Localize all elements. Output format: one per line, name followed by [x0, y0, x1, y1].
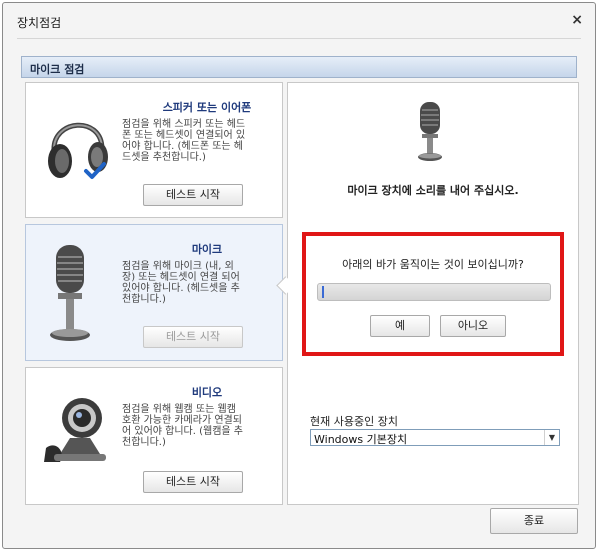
video-title: 비디오 [191, 386, 223, 399]
speaker-test-button[interactable]: 테스트 시작 [143, 184, 243, 206]
webcam-icon [44, 398, 106, 462]
yes-button[interactable]: 예 [370, 315, 430, 337]
video-test-button[interactable]: 테스트 시작 [143, 471, 243, 493]
close-icon[interactable]: × [571, 12, 583, 28]
microphone-test-button[interactable]: 테스트 시작 [143, 326, 243, 348]
title-bar: 장치점검 × [3, 3, 595, 41]
device-check-dialog: 장치점검 × 마이크 점검 스피커 또는 이어폰 점검을 위해 스피커 또는 헤… [2, 2, 596, 549]
speaker-description: 점검을 위해 스피커 또는 헤드 폰 또는 헤드셋이 연결되어 있 어야 합니다… [122, 119, 246, 163]
device-select[interactable]: Windows 기본장치 ▼ [310, 429, 560, 446]
speaker-title: 스피커 또는 이어폰 [162, 101, 252, 114]
video-description: 점검을 위해 웹캠 또는 웹캠 호환 가능한 카메라가 연결되 어 있어야 합니… [122, 404, 243, 448]
video-panel: 비디오 점검을 위해 웹캠 또는 웹캠 호환 가능한 카메라가 연결되 어 있어… [25, 367, 283, 505]
title-divider [17, 38, 581, 39]
microphone-panel: 마이크 점검을 위해 마이크 (내, 외 장) 또는 헤드셋이 연결 되어 있어… [25, 224, 283, 361]
device-select-value: Windows 기본장치 [314, 433, 408, 446]
microphone-description: 점검을 위해 마이크 (내, 외 장) 또는 헤드셋이 연결 되어 있어야 합니… [122, 261, 240, 305]
mic-level-cursor [322, 286, 324, 298]
mic-level-bar [317, 283, 551, 301]
speaker-panel: 스피커 또는 이어폰 점검을 위해 스피커 또는 헤드 폰 또는 헤드셋이 연결… [25, 82, 283, 218]
section-header: 마이크 점검 [21, 56, 577, 78]
no-button[interactable]: 아니오 [440, 315, 506, 337]
microphone-title: 마이크 [191, 243, 223, 256]
microphone-small-icon [418, 102, 442, 161]
exit-button[interactable]: 종료 [490, 508, 578, 534]
current-device-label: 현재 사용중인 장치 [310, 415, 398, 428]
instruction-text: 마이크 장치에 소리를 내어 주십시오. [347, 184, 519, 197]
headphones-icon [48, 122, 108, 179]
window-title: 장치점검 [17, 16, 62, 30]
level-check-box: 아래의 바가 움직이는 것이 보이십니까? 예 아니오 [302, 232, 564, 356]
level-question: 아래의 바가 움직이는 것이 보이십니까? [342, 258, 524, 271]
microphone-test-area: 마이크 장치에 소리를 내어 주십시오. 아래의 바가 움직이는 것이 보이십니… [287, 82, 579, 505]
section-title: 마이크 점검 [30, 63, 85, 76]
chevron-down-icon[interactable]: ▼ [544, 430, 559, 445]
microphone-icon [50, 245, 90, 341]
